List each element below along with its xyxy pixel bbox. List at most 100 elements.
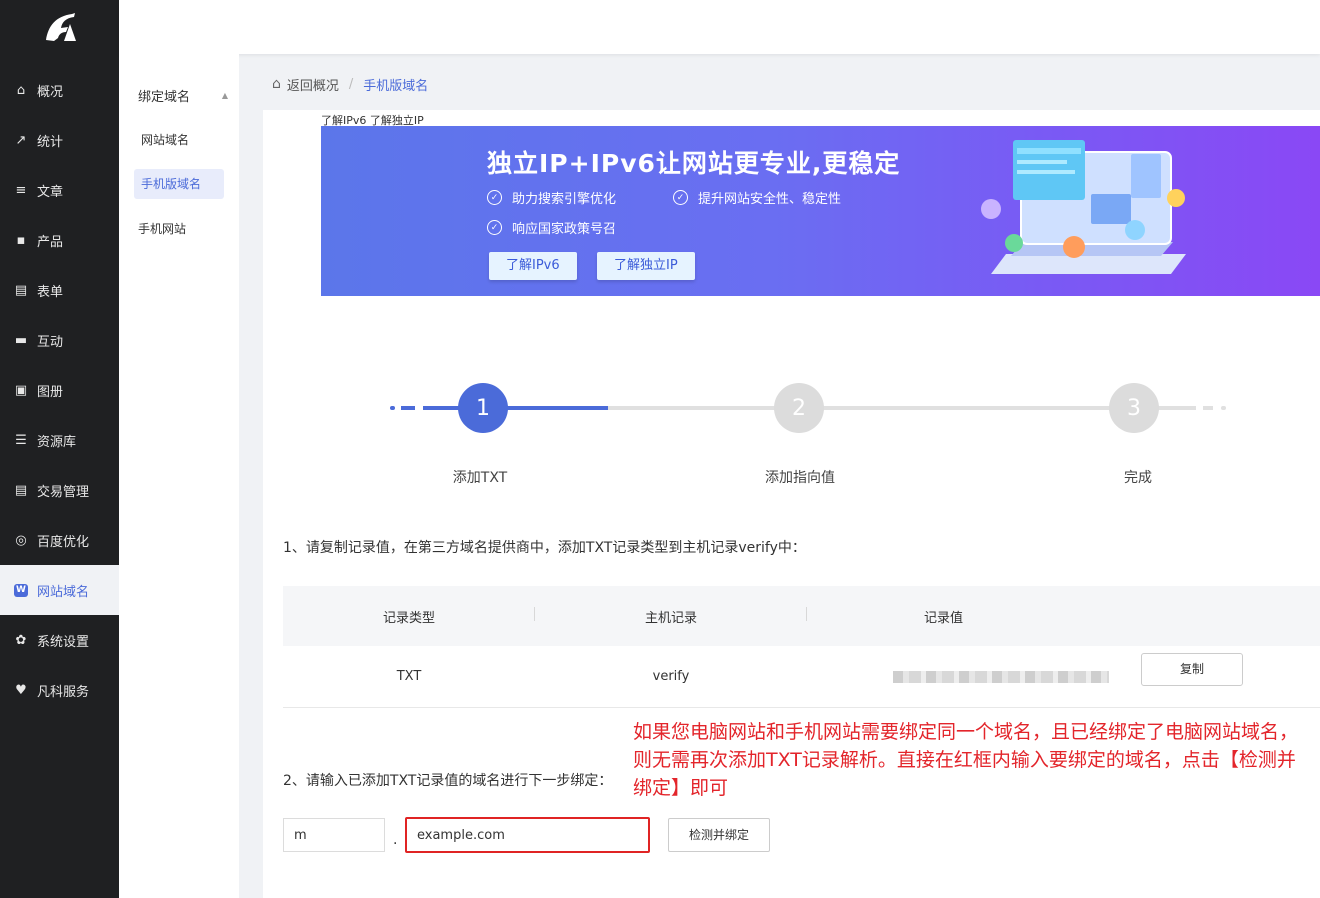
subdomain-prefix-input[interactable] (283, 818, 385, 852)
step-circle-1: 1 (458, 383, 508, 433)
step-progress-dot (390, 406, 395, 410)
check-circle-icon: ✓ (673, 190, 688, 205)
nav-item-overview[interactable]: ⌂ 概况 (0, 65, 119, 115)
check-circle-icon: ✓ (487, 190, 502, 205)
subnav-item-site-domain[interactable]: 网站域名 (134, 125, 224, 155)
chevron-up-icon: ▲ (221, 91, 228, 100)
learn-ipv6-button[interactable]: 了解IPv6 (489, 252, 577, 280)
learn-dedicated-ip-button[interactable]: 了解独立IP (597, 252, 695, 280)
nav-item-seo[interactable]: ◎ 百度优化 (0, 515, 119, 565)
instruction-step-2: 2、请输入已添加TXT记录值的域名进行下一步绑定： (283, 773, 613, 789)
banner-feature-text: 提升网站安全性、稳定性 (698, 192, 842, 207)
nav-item-album[interactable]: ▣ 图册 (0, 365, 119, 415)
chat-icon: ▬ (14, 332, 28, 348)
nav-item-trade[interactable]: ▤ 交易管理 (0, 465, 119, 515)
sidebar: ⌂ 概况 ↗ 统计 ≡ 文章 ▪ 产品 ▤ 表单 ▬ 互动 ▣ 图册 ☰ 资源库 ▤ 交易管理 ◎… (0, 0, 119, 898)
redacted-record-value (893, 670, 1109, 683)
nav-item-stats[interactable]: ↗ 统计 (0, 115, 119, 165)
check-and-bind-button[interactable]: 检测并绑定 (668, 818, 770, 852)
column-header: 记录值 (923, 610, 963, 626)
nav-item-article[interactable]: ≡ 文章 (0, 165, 119, 215)
breadcrumb-separator: / (348, 76, 354, 92)
step-label-3: 完成 (1124, 470, 1152, 486)
article-icon: ≡ (15, 182, 27, 198)
domain-icon: W (14, 583, 28, 597)
step-track-line (1203, 406, 1213, 410)
nav-item-form[interactable]: ▤ 表单 (0, 265, 119, 315)
nav-label: 网站域名 (37, 584, 90, 600)
banner-title: 独立IP+IPv6让网站更专业,更稳定 (487, 149, 901, 178)
subnav-group-label: 绑定域名 (138, 90, 191, 105)
promo-banner[interactable]: 独立IP+IPv6让网站更专业,更稳定 ✓ 助力搜索引擎优化 ✓ 提升网站安全性、稳… (321, 126, 1320, 296)
laptop-illustration (981, 140, 1186, 274)
subnav-item-mobile-site[interactable]: 手机网站 (131, 214, 221, 244)
logo-icon (45, 13, 76, 41)
banner-feature: ✓ 助力搜索引擎优化 (487, 188, 616, 207)
nav-label: 资源库 (37, 434, 77, 450)
nav-item-interact[interactable]: ▬ 互动 (0, 315, 119, 365)
check-circle-icon: ✓ (487, 220, 502, 235)
breadcrumb-current: 手机版域名 (363, 78, 429, 94)
nav-label: 图册 (37, 384, 64, 400)
column-header: 记录类型 (283, 606, 535, 626)
product-icon: ▪ (16, 232, 26, 248)
subnav-item-mobile-domain[interactable]: 手机版域名 (134, 169, 224, 199)
step-number: 2 (792, 395, 806, 421)
subnav-item-label: 手机版域名 (141, 177, 202, 191)
database-icon: ☰ (15, 432, 27, 448)
step-label-1: 添加TXT (452, 470, 508, 486)
instruction-step-1: 1、请复制记录值，在第三方域名提供商中，添加TXT记录类型到主机记录verify… (283, 540, 806, 556)
nav-label: 凡科服务 (37, 684, 90, 700)
step-label-2: 添加指向值 (765, 470, 835, 486)
nav-label: 互动 (37, 334, 64, 350)
top-header (119, 0, 1320, 54)
record-type-cell: TXT (396, 669, 422, 684)
breadcrumb: ⌂ 返回概况 / 手机版域名 (272, 74, 428, 94)
breadcrumb-back-link[interactable]: 返回概况 (287, 75, 339, 94)
subnav-group-bind-domain[interactable]: 绑定域名 ▲ (138, 86, 228, 105)
step-progress-line (423, 406, 608, 410)
table-row: TXT verify 复制 (283, 646, 1320, 708)
heart-icon: ♥ (15, 682, 27, 698)
form-icon: ▤ (14, 282, 28, 298)
step-number: 3 (1127, 395, 1141, 421)
step-circle-3: 3 (1109, 383, 1159, 433)
logo[interactable] (0, 0, 119, 54)
main-content: 了解IPv6 了解独立IP 独立IP+IPv6让网站更专业,更稳定 ✓ 助力搜索引… (263, 110, 1320, 898)
host-record-cell: verify (652, 669, 690, 684)
gear-icon: ✿ (15, 632, 27, 648)
subnav-item-label: 手机网站 (138, 222, 187, 236)
step-track-dot (1221, 406, 1226, 410)
home-icon[interactable]: ⌂ (272, 76, 281, 92)
step-track-line (608, 406, 1196, 410)
txt-record-table: 记录类型 主机记录 记录值 TXT verify 复制 (283, 586, 1320, 708)
record-value-cell: 复制 (807, 653, 1320, 686)
nav-item-product[interactable]: ▪ 产品 (0, 215, 119, 265)
banner-feature: ✓ 响应国家政策号召 (487, 218, 616, 237)
nav-item-domain[interactable]: W 网站域名 (0, 565, 119, 615)
column-header: 主机记录 (535, 606, 807, 626)
domain-input[interactable] (405, 817, 650, 853)
copy-button[interactable]: 复制 (1141, 653, 1243, 686)
step-circle-2: 2 (774, 383, 824, 433)
nav-label: 百度优化 (37, 534, 90, 550)
banner-feature: ✓ 提升网站安全性、稳定性 (673, 188, 841, 207)
step-progress-line (401, 406, 415, 410)
nav-item-resources[interactable]: ☰ 资源库 (0, 415, 119, 465)
nav-label: 表单 (37, 284, 64, 300)
banner-feature-text: 响应国家政策号召 (512, 222, 617, 237)
nav-label: 概况 (37, 84, 64, 100)
sub-navigation: 绑定域名 ▲ 网站域名 手机版域名 手机网站 (119, 54, 239, 898)
stats-icon: ↗ (15, 132, 27, 148)
banner-feature-text: 助力搜索引擎优化 (512, 192, 617, 207)
nav-label: 文章 (37, 184, 64, 200)
table-header: 记录类型 主机记录 记录值 (283, 586, 1320, 646)
nav-item-settings[interactable]: ✿ 系统设置 (0, 615, 119, 665)
home-icon: ⌂ (16, 82, 26, 98)
nav-label: 系统设置 (37, 634, 90, 650)
nav-item-service[interactable]: ♥ 凡科服务 (0, 665, 119, 715)
seo-icon: ◎ (15, 532, 27, 548)
domain-dot: . (393, 832, 398, 848)
trade-icon: ▤ (14, 482, 28, 498)
nav-label: 交易管理 (37, 484, 90, 500)
